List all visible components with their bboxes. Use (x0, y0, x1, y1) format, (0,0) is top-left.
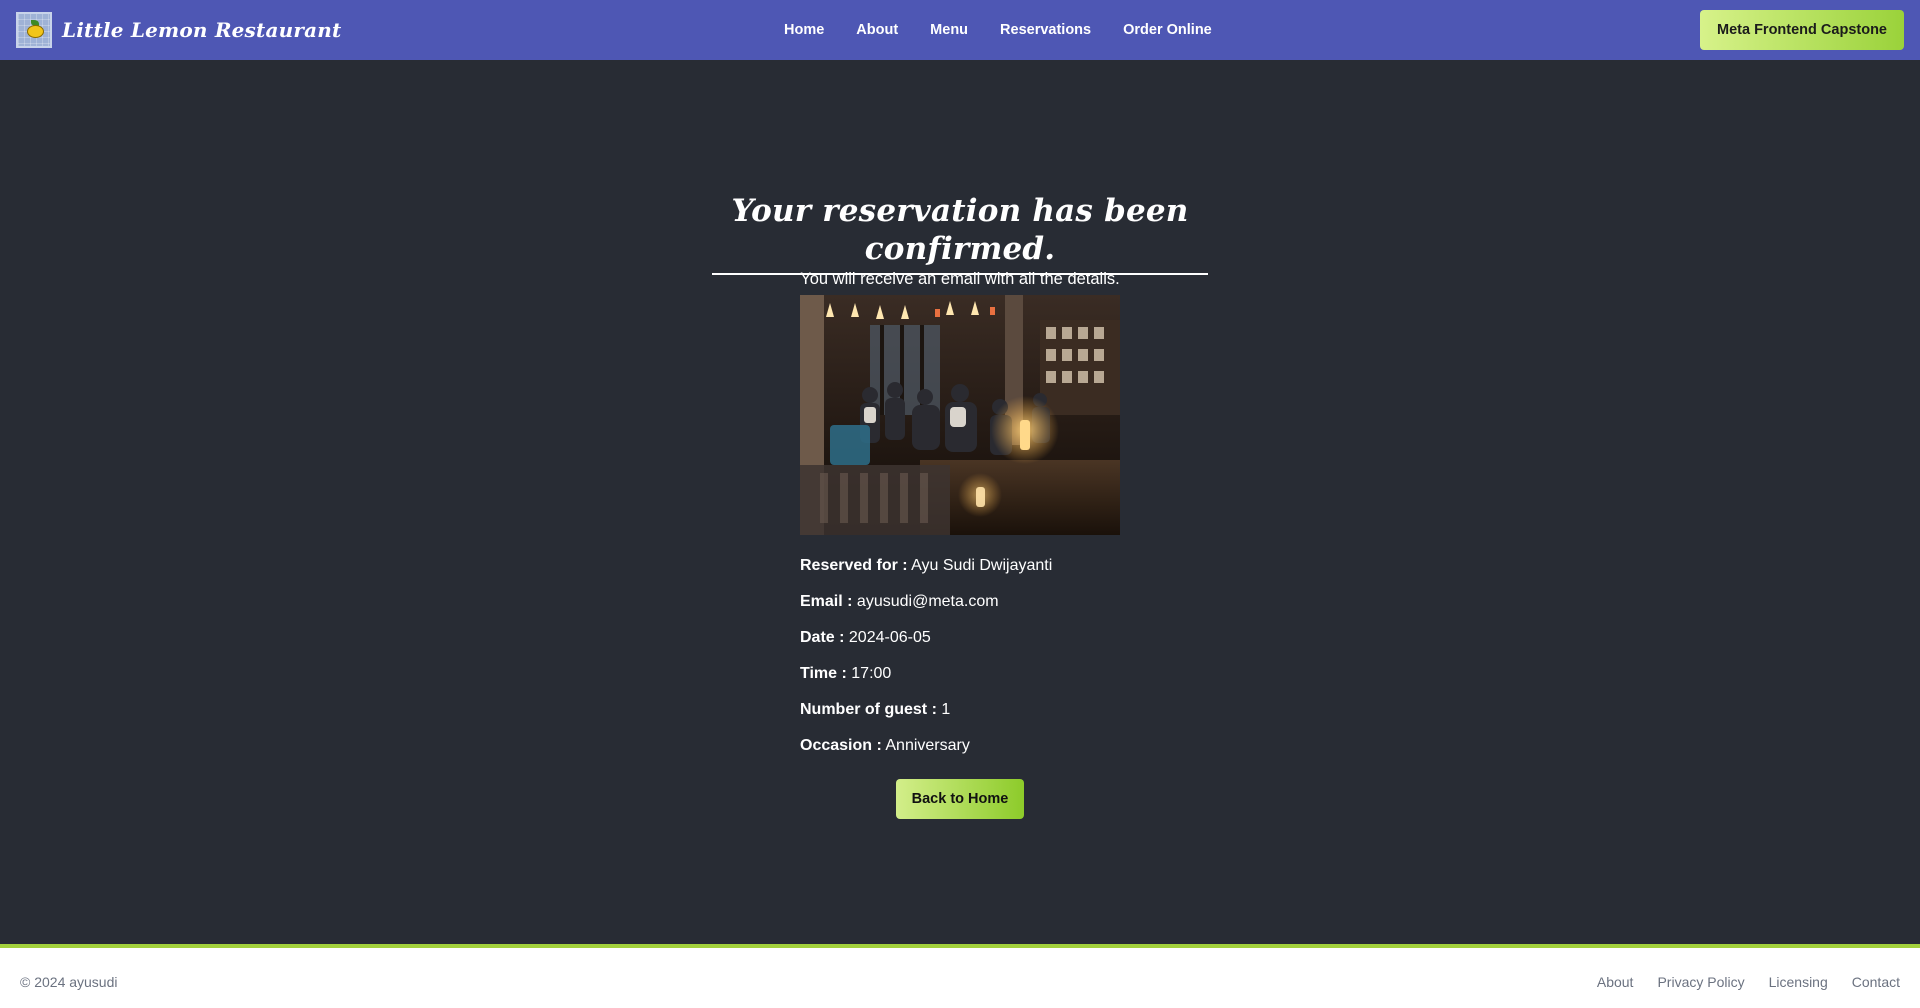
detail-date: Date : 2024-06-05 (800, 628, 1220, 664)
detail-reserved-for: Reserved for : Ayu Sudi Dwijayanti (800, 556, 1220, 592)
copyright-text: © 2024 ayusudi (20, 974, 118, 990)
footer-link-privacy-policy[interactable]: Privacy Policy (1657, 974, 1744, 990)
detail-label: Reserved for : (800, 557, 908, 574)
detail-value: 1 (941, 701, 951, 718)
footer-link-licensing[interactable]: Licensing (1769, 974, 1828, 990)
back-to-home-button[interactable]: Back to Home (896, 779, 1024, 819)
nav-home[interactable]: Home (784, 22, 824, 38)
nav-menu[interactable]: Menu (930, 22, 968, 38)
detail-label: Number of guest : (800, 701, 937, 718)
nav-reservations[interactable]: Reservations (1000, 22, 1091, 38)
detail-label: Email : (800, 593, 853, 610)
nav-order-online[interactable]: Order Online (1123, 22, 1212, 38)
detail-occasion: Occasion : Anniversary (800, 736, 1220, 772)
confirmation-header: Your reservation has been confirmed. You… (712, 192, 1208, 290)
detail-label: Occasion : (800, 737, 882, 754)
restaurant-interior-photo (800, 295, 1120, 535)
confirmation-subtitle: You will receive an email with all the d… (800, 270, 1120, 288)
main-content: Your reservation has been confirmed. You… (0, 60, 1920, 944)
detail-time: Time : 17:00 (800, 664, 1220, 700)
divider (712, 273, 1208, 275)
top-navbar: Little Lemon Restaurant Home About Menu … (0, 0, 1920, 60)
detail-value: Ayu Sudi Dwijayanti (911, 557, 1053, 574)
footer-link-contact[interactable]: Contact (1852, 974, 1900, 990)
detail-number-of-guest: Number of guest : 1 (800, 700, 1220, 736)
footer-nav: About Privacy Policy Licensing Contact (1573, 974, 1900, 990)
brand-name: Little Lemon Restaurant (62, 18, 342, 42)
main-nav: Home About Menu Reservations Order Onlin… (784, 0, 1212, 60)
footer: © 2024 ayusudi About Privacy Policy Lice… (0, 944, 1920, 1008)
detail-label: Time : (800, 665, 847, 682)
lemon-logo-icon (16, 12, 52, 48)
detail-label: Date : (800, 629, 845, 646)
detail-value: 2024-06-05 (848, 629, 931, 646)
detail-value: ayusudi@meta.com (856, 593, 999, 610)
brand[interactable]: Little Lemon Restaurant (16, 12, 341, 48)
footer-link-about[interactable]: About (1597, 974, 1634, 990)
detail-value: Anniversary (885, 737, 970, 754)
detail-value: 17:00 (851, 665, 892, 682)
meta-frontend-capstone-button[interactable]: Meta Frontend Capstone (1700, 10, 1904, 50)
detail-email: Email : ayusudi@meta.com (800, 592, 1220, 628)
confirmation-title: Your reservation has been confirmed. (731, 193, 1189, 267)
nav-about[interactable]: About (856, 22, 898, 38)
reservation-details: Reserved for : Ayu Sudi Dwijayanti Email… (800, 556, 1220, 772)
